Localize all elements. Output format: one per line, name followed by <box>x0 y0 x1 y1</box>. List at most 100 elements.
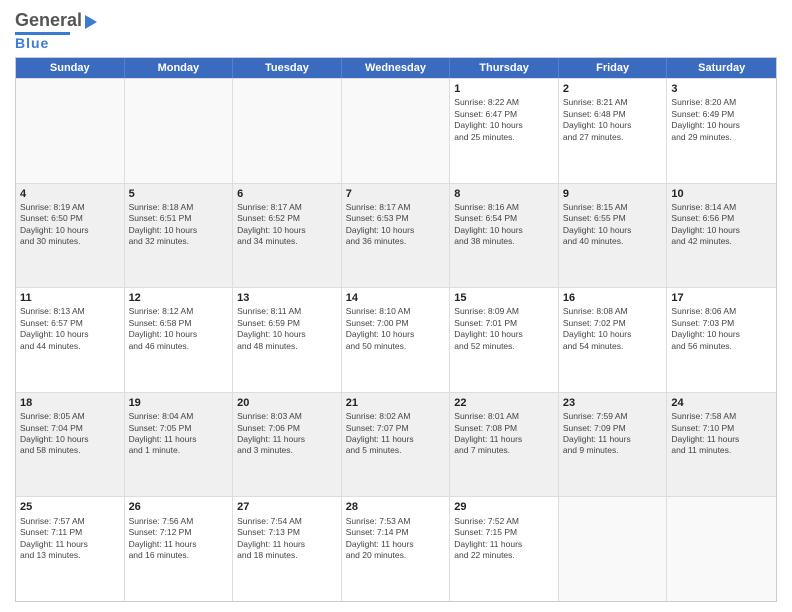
day-number: 15 <box>454 291 554 305</box>
header: General Blue <box>15 10 777 51</box>
calendar-header: SundayMondayTuesdayWednesdayThursdayFrid… <box>16 58 776 78</box>
logo-icon: General <box>15 10 97 31</box>
day-number: 12 <box>129 291 229 305</box>
day-info: Sunrise: 8:11 AM Sunset: 6:59 PM Dayligh… <box>237 306 337 352</box>
day-info: Sunrise: 7:57 AM Sunset: 7:11 PM Dayligh… <box>20 516 120 562</box>
day-number: 22 <box>454 396 554 410</box>
day-info: Sunrise: 8:05 AM Sunset: 7:04 PM Dayligh… <box>20 411 120 457</box>
day-info: Sunrise: 8:17 AM Sunset: 6:52 PM Dayligh… <box>237 202 337 248</box>
day-info: Sunrise: 7:56 AM Sunset: 7:12 PM Dayligh… <box>129 516 229 562</box>
day-number: 8 <box>454 187 554 201</box>
day-number: 4 <box>20 187 120 201</box>
day-number: 23 <box>563 396 663 410</box>
day-info: Sunrise: 7:58 AM Sunset: 7:10 PM Dayligh… <box>671 411 772 457</box>
calendar-row-4: 25 Sunrise: 7:57 AM Sunset: 7:11 PM Dayli… <box>16 496 776 601</box>
day-number: 20 <box>237 396 337 410</box>
calendar-day-15: 15Sunrise: 8:09 AM Sunset: 7:01 PM Dayli… <box>450 288 559 392</box>
logo-arrow-icon <box>85 15 97 29</box>
day-number: 6 <box>237 187 337 201</box>
calendar-day-27: 27 Sunrise: 7:54 AM Sunset: 7:13 PM Dayli… <box>233 497 342 601</box>
day-info: Sunrise: 8:04 AM Sunset: 7:05 PM Dayligh… <box>129 411 229 457</box>
day-number: 28 <box>346 500 446 514</box>
logo: General Blue <box>15 10 97 51</box>
day-number: 10 <box>671 187 772 201</box>
calendar-day-16: 16Sunrise: 8:08 AM Sunset: 7:02 PM Dayli… <box>559 288 668 392</box>
day-info: Sunrise: 8:22 AM Sunset: 6:47 PM Dayligh… <box>454 97 554 143</box>
calendar-day-11: 11Sunrise: 8:13 AM Sunset: 6:57 PM Dayli… <box>16 288 125 392</box>
day-number: 5 <box>129 187 229 201</box>
day-number: 9 <box>563 187 663 201</box>
calendar-day-12: 12Sunrise: 8:12 AM Sunset: 6:58 PM Dayli… <box>125 288 234 392</box>
day-number: 17 <box>671 291 772 305</box>
calendar-day-18: 18Sunrise: 8:05 AM Sunset: 7:04 PM Dayli… <box>16 393 125 497</box>
calendar-day-9: 9Sunrise: 8:15 AM Sunset: 6:55 PM Daylig… <box>559 184 668 288</box>
day-number: 27 <box>237 500 337 514</box>
page: General Blue SundayMondayTuesdayWednesda… <box>0 0 792 612</box>
day-number: 7 <box>346 187 446 201</box>
calendar-day-empty-0-0 <box>16 79 125 183</box>
day-info: Sunrise: 8:15 AM Sunset: 6:55 PM Dayligh… <box>563 202 663 248</box>
logo-blue-text: Blue <box>15 35 49 51</box>
day-info: Sunrise: 8:18 AM Sunset: 6:51 PM Dayligh… <box>129 202 229 248</box>
day-info: Sunrise: 8:14 AM Sunset: 6:56 PM Dayligh… <box>671 202 772 248</box>
calendar-day-8: 8Sunrise: 8:16 AM Sunset: 6:54 PM Daylig… <box>450 184 559 288</box>
day-number: 25 <box>20 500 120 514</box>
calendar-day-empty-4-6 <box>667 497 776 601</box>
calendar-day-empty-0-2 <box>233 79 342 183</box>
day-info: Sunrise: 7:59 AM Sunset: 7:09 PM Dayligh… <box>563 411 663 457</box>
day-info: Sunrise: 7:54 AM Sunset: 7:13 PM Dayligh… <box>237 516 337 562</box>
calendar-day-13: 13Sunrise: 8:11 AM Sunset: 6:59 PM Dayli… <box>233 288 342 392</box>
day-info: Sunrise: 8:19 AM Sunset: 6:50 PM Dayligh… <box>20 202 120 248</box>
calendar-day-28: 28Sunrise: 7:53 AM Sunset: 7:14 PM Dayli… <box>342 497 451 601</box>
calendar-day-10: 10Sunrise: 8:14 AM Sunset: 6:56 PM Dayli… <box>667 184 776 288</box>
weekday-header-saturday: Saturday <box>667 58 776 78</box>
calendar-day-empty-0-1 <box>125 79 234 183</box>
calendar-day-20: 20Sunrise: 8:03 AM Sunset: 7:06 PM Dayli… <box>233 393 342 497</box>
calendar: SundayMondayTuesdayWednesdayThursdayFrid… <box>15 57 777 602</box>
calendar-day-empty-4-5 <box>559 497 668 601</box>
calendar-day-5: 5Sunrise: 8:18 AM Sunset: 6:51 PM Daylig… <box>125 184 234 288</box>
day-info: Sunrise: 8:09 AM Sunset: 7:01 PM Dayligh… <box>454 306 554 352</box>
day-info: Sunrise: 8:13 AM Sunset: 6:57 PM Dayligh… <box>20 306 120 352</box>
calendar-day-empty-0-3 <box>342 79 451 183</box>
weekday-header-friday: Friday <box>559 58 668 78</box>
day-number: 29 <box>454 500 554 514</box>
calendar-day-29: 29 Sunrise: 7:52 AM Sunset: 7:15 PM Dayli… <box>450 497 559 601</box>
day-info: Sunrise: 8:17 AM Sunset: 6:53 PM Dayligh… <box>346 202 446 248</box>
calendar-day-19: 19Sunrise: 8:04 AM Sunset: 7:05 PM Dayli… <box>125 393 234 497</box>
day-number: 19 <box>129 396 229 410</box>
day-info: Sunrise: 8:02 AM Sunset: 7:07 PM Dayligh… <box>346 411 446 457</box>
calendar-day-24: 24Sunrise: 7:58 AM Sunset: 7:10 PM Dayli… <box>667 393 776 497</box>
calendar-day-17: 17Sunrise: 8:06 AM Sunset: 7:03 PM Dayli… <box>667 288 776 392</box>
weekday-header-wednesday: Wednesday <box>342 58 451 78</box>
day-number: 16 <box>563 291 663 305</box>
calendar-day-21: 21Sunrise: 8:02 AM Sunset: 7:07 PM Dayli… <box>342 393 451 497</box>
calendar-day-7: 7Sunrise: 8:17 AM Sunset: 6:53 PM Daylig… <box>342 184 451 288</box>
calendar-row-0: 1Sunrise: 8:22 AM Sunset: 6:47 PM Daylig… <box>16 78 776 183</box>
calendar-day-14: 14Sunrise: 8:10 AM Sunset: 7:00 PM Dayli… <box>342 288 451 392</box>
calendar-day-22: 22Sunrise: 8:01 AM Sunset: 7:08 PM Dayli… <box>450 393 559 497</box>
day-number: 1 <box>454 82 554 96</box>
calendar-day-23: 23Sunrise: 7:59 AM Sunset: 7:09 PM Dayli… <box>559 393 668 497</box>
calendar-row-3: 18Sunrise: 8:05 AM Sunset: 7:04 PM Dayli… <box>16 392 776 497</box>
day-number: 2 <box>563 82 663 96</box>
day-info: Sunrise: 8:12 AM Sunset: 6:58 PM Dayligh… <box>129 306 229 352</box>
weekday-header-tuesday: Tuesday <box>233 58 342 78</box>
day-number: 3 <box>671 82 772 96</box>
day-info: Sunrise: 8:16 AM Sunset: 6:54 PM Dayligh… <box>454 202 554 248</box>
day-info: Sunrise: 8:08 AM Sunset: 7:02 PM Dayligh… <box>563 306 663 352</box>
day-number: 11 <box>20 291 120 305</box>
day-info: Sunrise: 8:20 AM Sunset: 6:49 PM Dayligh… <box>671 97 772 143</box>
day-number: 24 <box>671 396 772 410</box>
calendar-day-26: 26 Sunrise: 7:56 AM Sunset: 7:12 PM Dayli… <box>125 497 234 601</box>
day-info: Sunrise: 8:01 AM Sunset: 7:08 PM Dayligh… <box>454 411 554 457</box>
weekday-header-sunday: Sunday <box>16 58 125 78</box>
calendar-row-2: 11Sunrise: 8:13 AM Sunset: 6:57 PM Dayli… <box>16 287 776 392</box>
calendar-body: 1Sunrise: 8:22 AM Sunset: 6:47 PM Daylig… <box>16 78 776 601</box>
day-number: 26 <box>129 500 229 514</box>
calendar-day-6: 6Sunrise: 8:17 AM Sunset: 6:52 PM Daylig… <box>233 184 342 288</box>
calendar-day-3: 3Sunrise: 8:20 AM Sunset: 6:49 PM Daylig… <box>667 79 776 183</box>
day-info: Sunrise: 7:52 AM Sunset: 7:15 PM Dayligh… <box>454 516 554 562</box>
calendar-day-4: 4Sunrise: 8:19 AM Sunset: 6:50 PM Daylig… <box>16 184 125 288</box>
calendar-day-1: 1Sunrise: 8:22 AM Sunset: 6:47 PM Daylig… <box>450 79 559 183</box>
